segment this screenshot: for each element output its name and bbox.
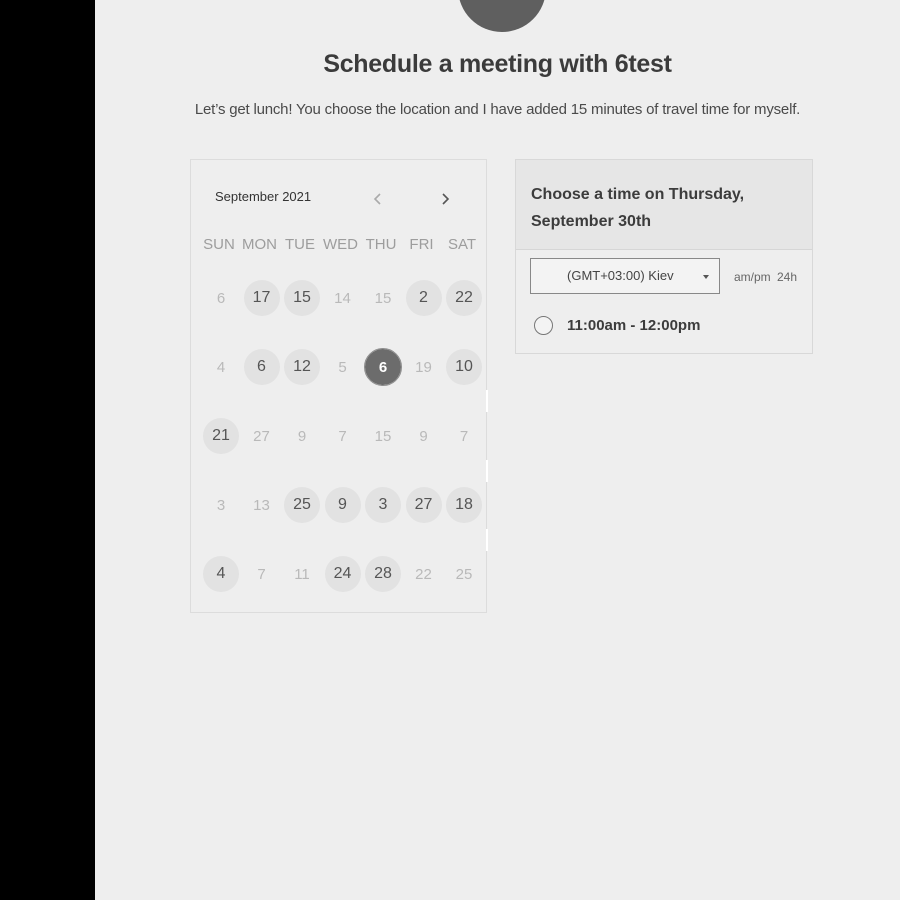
time-slot-label: 11:00am - 12:00pm xyxy=(567,317,701,334)
calendar-day: 6 xyxy=(216,289,226,307)
weekday-label: SAT xyxy=(447,236,477,253)
calendar-day: 19 xyxy=(415,358,432,376)
weekday-label: SUN xyxy=(203,236,235,253)
time-picker-header: Choose a time on Thursday, September 30t… xyxy=(516,160,812,250)
calendar-day: 11 xyxy=(294,565,310,583)
timezone-value: (GMT+03:00) Kiev xyxy=(567,268,674,283)
time-slot-option[interactable]: 11:00am - 12:00pm xyxy=(534,314,784,340)
caret-down-icon xyxy=(703,275,709,279)
divider xyxy=(486,529,488,551)
calendar-day: 14 xyxy=(334,289,351,307)
calendar-day: 7 xyxy=(459,427,469,445)
timezone-select[interactable]: (GMT+03:00) Kiev xyxy=(530,258,720,294)
weekday-label: WED xyxy=(323,236,358,253)
calendar-day[interactable]: 24 xyxy=(324,556,361,592)
calendar-day[interactable]: 22 xyxy=(446,280,482,316)
calendar-day: 13 xyxy=(253,496,270,514)
chevron-right-icon[interactable] xyxy=(437,190,453,208)
time-picker-panel: Choose a time on Thursday, September 30t… xyxy=(515,159,813,354)
ampm-format-toggle[interactable]: am/pm xyxy=(734,270,771,284)
calendar: September 2021 SUN MON TUE WED THU FRI SAT 6 17… xyxy=(190,159,488,613)
calendar-day-selected[interactable]: 6 xyxy=(364,348,402,386)
scheduling-page: Schedule a meeting with 6test Let’s get … xyxy=(95,0,900,900)
calendar-day: 5 xyxy=(338,358,347,376)
calendar-day: 9 xyxy=(297,427,307,445)
calendar-day[interactable]: 12 xyxy=(284,349,320,385)
weekday-label: TUE xyxy=(285,236,315,253)
calendar-day[interactable]: 4 xyxy=(203,556,239,592)
calendar-day[interactable]: 18 xyxy=(446,487,482,523)
weekday-label: THU xyxy=(365,236,397,253)
calendar-day[interactable]: 21 xyxy=(203,418,239,454)
page-title: Schedule a meeting with 6test xyxy=(323,50,672,78)
time-picker-heading: Choose a time on Thursday, September 30t… xyxy=(531,186,745,230)
calendar-day: 15 xyxy=(374,289,392,307)
calendar-day: 7 xyxy=(257,565,266,583)
page-subtitle: Let’s get lunch! You choose the location… xyxy=(194,101,801,118)
calendar-day[interactable]: 25 xyxy=(284,487,320,523)
weekday-label: FRI xyxy=(409,236,434,253)
calendar-day: 15 xyxy=(374,427,392,445)
calendar-day: 25 xyxy=(455,565,473,583)
calendar-day: 7 xyxy=(338,427,347,445)
calendar-day[interactable]: 6 xyxy=(243,349,280,385)
weekday-label: MON xyxy=(242,236,277,253)
radio-button[interactable] xyxy=(534,316,553,335)
calendar-day[interactable]: 27 xyxy=(405,487,442,523)
calendar-day[interactable]: 28 xyxy=(365,556,401,592)
calendar-day[interactable]: 3 xyxy=(365,487,401,523)
calendar-day[interactable]: 2 xyxy=(405,280,442,316)
avatar xyxy=(458,0,546,32)
calendar-day[interactable]: 15 xyxy=(284,280,320,316)
divider xyxy=(486,460,488,482)
calendar-day[interactable]: 10 xyxy=(446,349,482,385)
calendar-month-label: September 2021 xyxy=(215,189,312,204)
calendar-day: 3 xyxy=(216,496,226,514)
calendar-day[interactable]: 17 xyxy=(243,280,280,316)
calendar-day: 27 xyxy=(253,427,270,445)
chevron-left-icon[interactable] xyxy=(370,190,386,208)
calendar-day[interactable]: 9 xyxy=(324,487,361,523)
24h-format-toggle[interactable]: 24h xyxy=(777,270,797,284)
calendar-day: 9 xyxy=(419,427,428,445)
divider xyxy=(486,390,488,412)
weekday-header: SUN MON TUE WED THU FRI SAT xyxy=(199,236,482,256)
calendar-day: 4 xyxy=(216,358,226,376)
calendar-day: 22 xyxy=(415,565,432,583)
